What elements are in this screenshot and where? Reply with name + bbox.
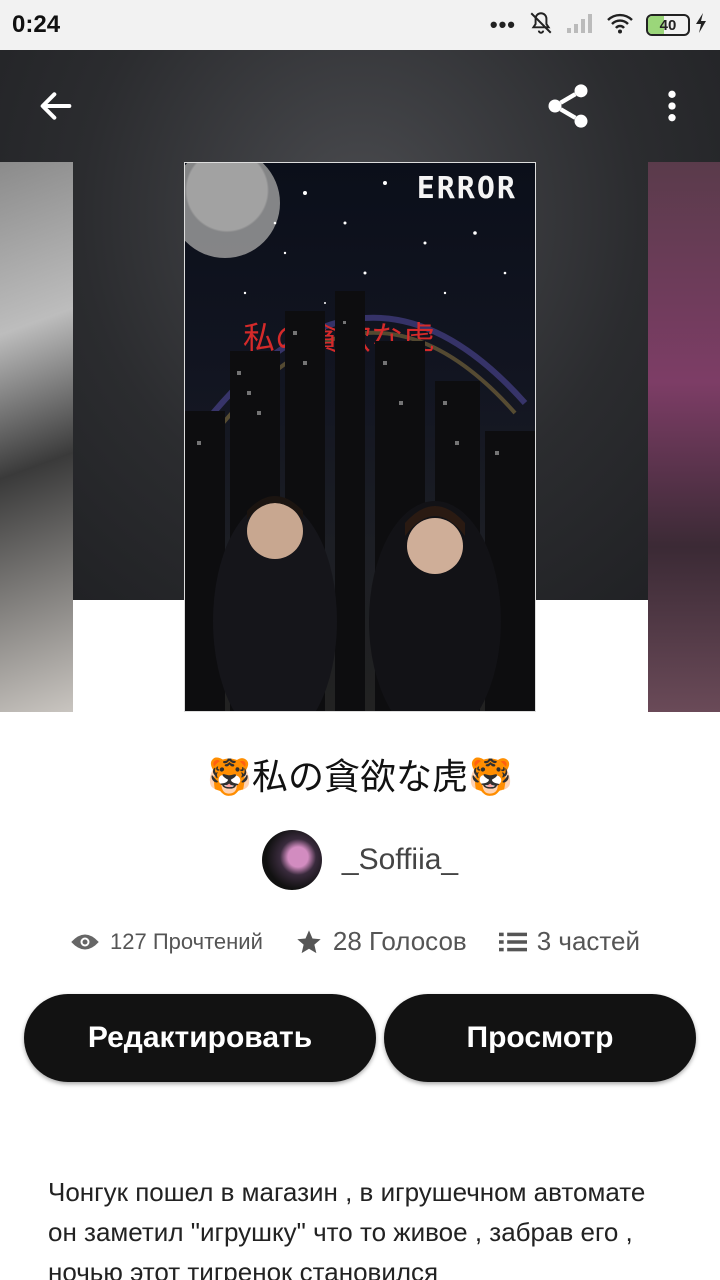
back-button[interactable]: [28, 78, 84, 134]
edit-button[interactable]: Редактировать: [24, 994, 376, 1082]
parts-stat: 3 частей: [498, 926, 641, 957]
charging-icon: [694, 12, 708, 39]
story-stats: 127 Прочтений 28 Голосов 3 частей: [70, 926, 670, 957]
votes-stat: 28 Голосов: [295, 926, 467, 957]
list-icon: [498, 932, 527, 951]
story-cover[interactable]: ERROR 私の貪欲な虎: [184, 162, 536, 712]
share-icon: [548, 84, 588, 128]
mute-icon: [528, 10, 554, 41]
cover-artwork: [185, 291, 535, 711]
votes-count: 28 Голосов: [332, 926, 467, 956]
cover-badge: ERROR: [416, 171, 517, 206]
wifi-icon: [606, 12, 634, 39]
more-options-button[interactable]: [644, 78, 700, 134]
back-arrow-icon: [40, 92, 72, 120]
next-story-cover[interactable]: [648, 162, 720, 712]
eye-icon: [71, 934, 99, 949]
toolbar: [0, 50, 720, 160]
more-vertical-icon: [668, 90, 676, 122]
signal-icon: [566, 12, 594, 39]
status-bar: 0:24 ••• 40: [0, 0, 720, 50]
share-button[interactable]: [540, 78, 596, 134]
reads-count: 127 Прочтений: [110, 928, 263, 954]
reads-stat: 127 Прочтений: [70, 929, 263, 955]
author-name[interactable]: _Soffiia_: [342, 843, 458, 877]
parts-count: 3 частей: [536, 926, 641, 956]
star-icon: [297, 929, 321, 953]
status-icons: ••• 40: [490, 10, 708, 41]
prev-story-cover[interactable]: [0, 162, 73, 712]
more-dots-icon: •••: [489, 12, 516, 37]
battery-level: 40: [659, 16, 677, 34]
story-description: Чонгук пошел в магазин , в игрушечном ав…: [48, 1177, 646, 1280]
battery-icon: 40: [646, 12, 708, 39]
view-button[interactable]: Просмотр: [384, 994, 696, 1082]
avatar[interactable]: [261, 830, 322, 890]
status-time: 0:24: [12, 11, 61, 38]
story-title: 🐯私の貪欲な虎🐯: [207, 757, 513, 798]
author-row[interactable]: _Soffiia_: [0, 830, 720, 890]
